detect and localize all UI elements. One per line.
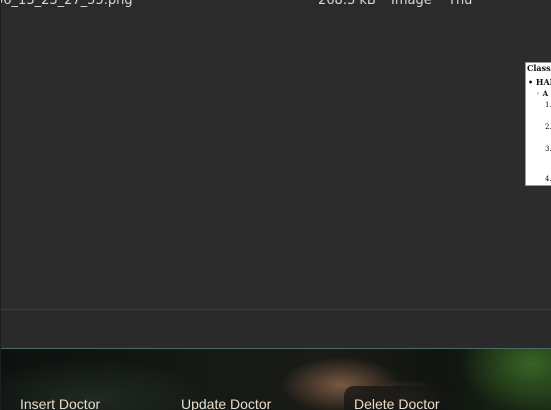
insert-doctor-button[interactable]: Insert Doctor [10, 386, 128, 410]
delete-doctor-button[interactable]: Delete Doctor [344, 386, 452, 410]
file-size: 268.3 kB [318, 0, 376, 8]
preview-bullet: • HAM [528, 77, 551, 87]
preview-item: 2. [545, 123, 551, 131]
update-doctor-button[interactable]: Update Doctor [171, 386, 299, 410]
file-row[interactable]: 06_13_23_27_55.png 268.3 kB Image Thu [1, 0, 551, 11]
file-manager-window: 06_13_23_27_55.png 268.3 kB Image Thu Cl… [0, 0, 551, 410]
status-bar [1, 309, 551, 348]
file-modified: Thu [448, 0, 473, 8]
preview-item: 3. [545, 145, 551, 153]
file-name: 06_13_23_27_55.png [0, 0, 133, 8]
file-type: Image [391, 0, 432, 8]
preview-item: 4. [545, 175, 551, 183]
preview-title: Class [527, 63, 551, 73]
preview-item: 1. [545, 101, 551, 109]
preview-sub-bullet: ◦ A [536, 89, 549, 98]
document-preview-thumbnail: Class • HAM ◦ A 1. 2. 3. 4. [525, 62, 551, 186]
file-list-area[interactable] [1, 11, 551, 309]
